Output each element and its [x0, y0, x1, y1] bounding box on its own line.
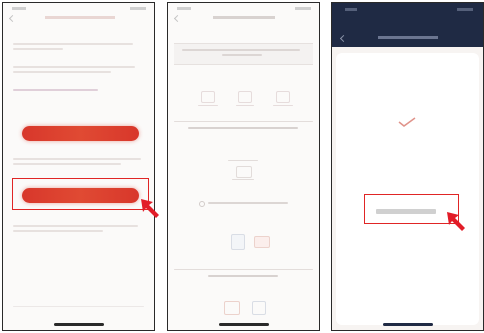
instruction-text-4: [13, 71, 111, 73]
status-bar-time: [345, 8, 357, 11]
instruction-text-3: [13, 66, 135, 68]
router-image-icon: [254, 236, 270, 248]
status-bar-time: [177, 7, 191, 10]
bottom-icon-right: [252, 301, 266, 315]
screen-title: [45, 16, 115, 19]
page: { "colors": { "accent": "#d8372b", "high…: [0, 0, 484, 333]
home-indicator: [382, 323, 433, 326]
arrow-pointer-icon: [447, 212, 465, 231]
highlight-box: [12, 178, 149, 210]
back-icon[interactable]: [173, 14, 182, 23]
footer-text-2: [13, 230, 103, 232]
phone-screen-2: [167, 2, 320, 331]
instruction-link[interactable]: [13, 89, 98, 91]
success-check-icon: [398, 117, 416, 127]
instruction-text-2: [13, 48, 63, 50]
status-icons: [130, 7, 146, 10]
step-label-2: [236, 105, 254, 106]
back-icon[interactable]: [8, 14, 17, 23]
home-indicator: [53, 323, 104, 326]
primary-button[interactable]: [22, 126, 139, 141]
status-bar-time: [12, 7, 26, 10]
step-icon-1: [201, 91, 215, 103]
info-banner: [174, 43, 313, 65]
phone-screen-1: [2, 2, 155, 331]
screen-title: [378, 36, 438, 39]
step-icon-3: [276, 91, 290, 103]
option-label: [208, 202, 288, 204]
phone-image-icon: [231, 234, 245, 250]
help-text-1: [13, 158, 141, 160]
section-heading-2: [208, 275, 278, 277]
home-indicator: [218, 323, 269, 326]
phone-screen-3: [331, 2, 484, 331]
arrow-pointer-icon: [141, 199, 159, 218]
option-radio-icon[interactable]: [199, 201, 205, 207]
device-illustration: [228, 158, 258, 182]
content-card: [336, 53, 479, 325]
step-icon-2: [238, 91, 252, 103]
bottom-divider: [13, 306, 144, 307]
divider-2: [174, 269, 313, 270]
status-icons: [295, 7, 311, 10]
help-text-2: [13, 163, 121, 165]
status-icons: [457, 8, 473, 11]
divider-1: [174, 121, 313, 122]
step-label-3: [273, 105, 293, 106]
step-label-1: [198, 105, 218, 106]
bottom-icon-left: [224, 301, 240, 315]
footer-text-1: [13, 225, 138, 227]
instruction-text-1: [13, 43, 133, 45]
screen-title: [213, 16, 275, 19]
section-heading-1: [188, 127, 298, 129]
